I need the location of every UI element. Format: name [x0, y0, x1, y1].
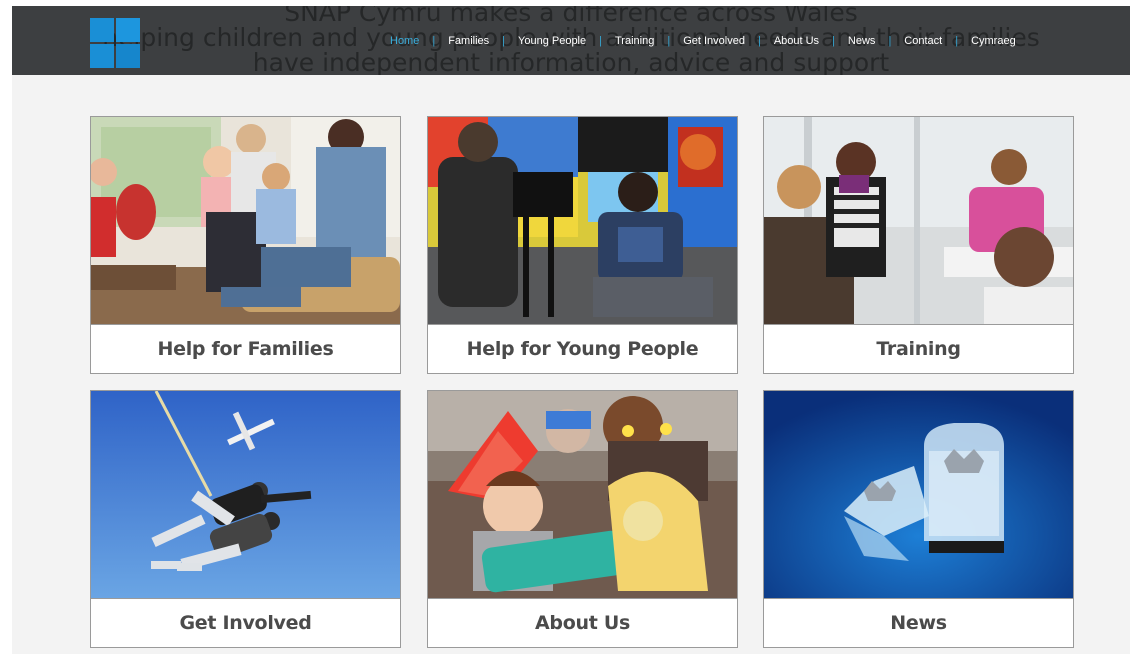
- nav-item-home[interactable]: Home: [390, 35, 419, 47]
- news-photo: [764, 391, 1073, 598]
- tile-label: Training: [764, 324, 1073, 373]
- nav-separator: |: [832, 35, 835, 47]
- families-photo: [91, 117, 400, 324]
- tile-help-for-families[interactable]: Help for Families: [90, 116, 401, 374]
- nav-item-contact[interactable]: Contact: [904, 35, 942, 47]
- tagline-line-3: have independent information, advice and…: [252, 48, 890, 75]
- about-us-photo: [428, 391, 737, 598]
- nav-separator: |: [955, 35, 959, 47]
- tile-help-for-young-people[interactable]: Help for Young People: [427, 116, 738, 374]
- nav-separator: |: [667, 35, 671, 47]
- nav-item-about-us[interactable]: About Us: [774, 35, 819, 47]
- nav-item-families[interactable]: Families: [448, 35, 489, 47]
- tagline-line-1: SNAP Cymru makes a difference across Wal…: [284, 6, 858, 27]
- get-involved-photo: [91, 391, 400, 598]
- nav-separator: |: [599, 35, 602, 47]
- snap-cymru-logo[interactable]: [90, 18, 142, 70]
- young-people-photo: [428, 117, 737, 324]
- tile-about-us[interactable]: About Us: [427, 390, 738, 648]
- tile-label: About Us: [428, 598, 737, 647]
- main-nav: Home | Families | Young People | Trainin…: [390, 32, 1016, 50]
- tile-get-involved[interactable]: Get Involved: [90, 390, 401, 648]
- nav-item-news[interactable]: News: [848, 35, 876, 47]
- tile-training[interactable]: Training: [763, 116, 1074, 374]
- tile-label: Help for Families: [91, 324, 400, 373]
- header-bar: SNAP Cymru makes a difference across Wal…: [12, 6, 1130, 75]
- nav-separator: |: [502, 35, 506, 47]
- nav-separator: |: [888, 35, 892, 47]
- tile-label: News: [764, 598, 1073, 647]
- nav-separator: |: [757, 35, 761, 47]
- nav-item-training[interactable]: Training: [615, 35, 654, 47]
- nav-item-young-people[interactable]: Young People: [518, 35, 586, 47]
- tile-news[interactable]: News: [763, 390, 1074, 648]
- nav-separator: |: [432, 35, 436, 47]
- nav-item-cymraeg[interactable]: Cymraeg: [971, 35, 1016, 47]
- training-photo: [764, 117, 1073, 324]
- tile-label: Help for Young People: [428, 324, 737, 373]
- tile-label: Get Involved: [91, 598, 400, 647]
- nav-item-get-involved[interactable]: Get Involved: [683, 35, 745, 47]
